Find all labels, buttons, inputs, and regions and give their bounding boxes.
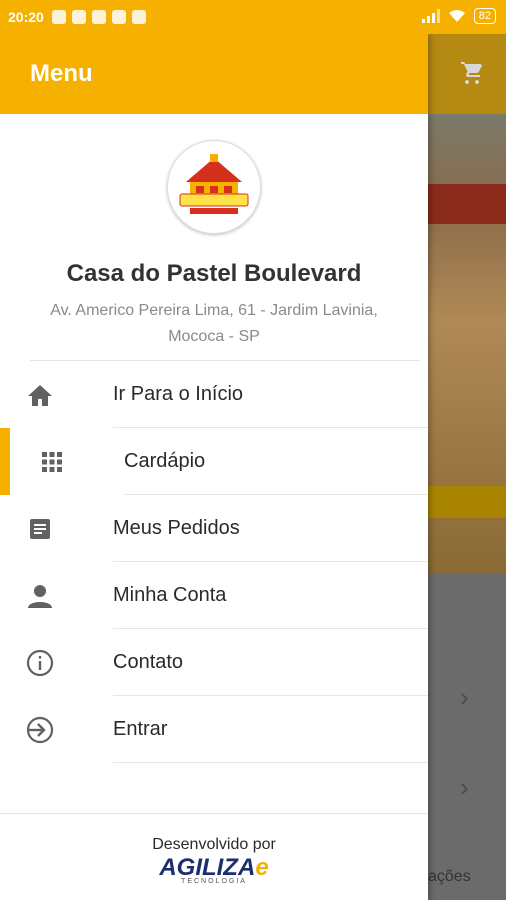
divider xyxy=(113,761,428,763)
cart-icon xyxy=(461,62,483,84)
battery-icon: 82 xyxy=(473,8,496,24)
menu-item-label: Meus Pedidos xyxy=(113,517,240,539)
notification-icons xyxy=(51,10,146,24)
agilizae-logo[interactable]: AGILIZAe xyxy=(0,856,428,880)
brand-name-accent: e xyxy=(255,854,269,881)
message-icon xyxy=(71,10,86,24)
chevron-right-icon: › xyxy=(460,772,469,802)
menu-item-label: Entrar xyxy=(113,718,168,740)
drawer-title: Menu xyxy=(30,60,93,87)
developed-by-text: Desenvolvido por xyxy=(152,836,276,853)
status-bar: 20:20 82 xyxy=(0,0,506,34)
drawer-footer: Desenvolvido por AGILIZAe TECNOLOGIA xyxy=(0,813,428,900)
active-indicator xyxy=(0,428,10,495)
background-label xyxy=(428,486,506,518)
grid-icon xyxy=(38,448,66,476)
menu-item-entrar[interactable]: Entrar xyxy=(0,696,428,763)
app-icon xyxy=(91,10,106,24)
menu-item-label: Cardápio xyxy=(124,450,206,472)
document-icon xyxy=(26,515,54,543)
brand-name: AGILIZA xyxy=(159,854,256,881)
chevron-right-icon: › xyxy=(460,682,469,712)
home-icon xyxy=(26,381,54,409)
background-banner xyxy=(428,184,506,224)
house-logo-icon xyxy=(179,154,249,214)
person-icon xyxy=(26,582,54,610)
menu-item-label: Minha Conta xyxy=(113,584,227,606)
drawer-header: Menu xyxy=(0,34,428,114)
signal-icon xyxy=(421,9,440,23)
info-icon xyxy=(26,649,54,677)
download-icon xyxy=(111,10,126,24)
store-logo xyxy=(167,140,261,234)
store-address: Av. Americo Pereira Lima, 61 - Jardim La… xyxy=(50,302,378,345)
trash-icon xyxy=(131,10,146,24)
notification-icon xyxy=(51,10,66,24)
menu-item-home[interactable]: Ir Para o Início xyxy=(0,361,428,428)
status-time: 20:20 xyxy=(8,9,44,25)
login-icon xyxy=(26,716,54,744)
menu-item-label: Ir Para o Início xyxy=(113,383,244,405)
store-name: Casa do Pastel Boulevard xyxy=(66,260,362,287)
menu-item-contato[interactable]: Contato xyxy=(0,629,428,696)
menu-item-label: Contato xyxy=(113,651,184,673)
wifi-icon xyxy=(448,10,465,22)
background-list xyxy=(428,574,506,900)
background-text: ações xyxy=(428,868,471,885)
menu-item-meus-pedidos[interactable]: Meus Pedidos xyxy=(0,495,428,562)
menu-item-cardapio[interactable]: Cardápio xyxy=(0,428,428,495)
menu-item-minha-conta[interactable]: Minha Conta xyxy=(0,562,428,629)
brand-subtitle: TECNOLOGIA xyxy=(181,878,247,885)
navigation-drawer: Menu Casa do Pastel Boulevard Av. Americ… xyxy=(0,34,428,900)
drawer-menu: Ir Para o Início Cardápio Meus Pedidos M… xyxy=(0,361,428,763)
